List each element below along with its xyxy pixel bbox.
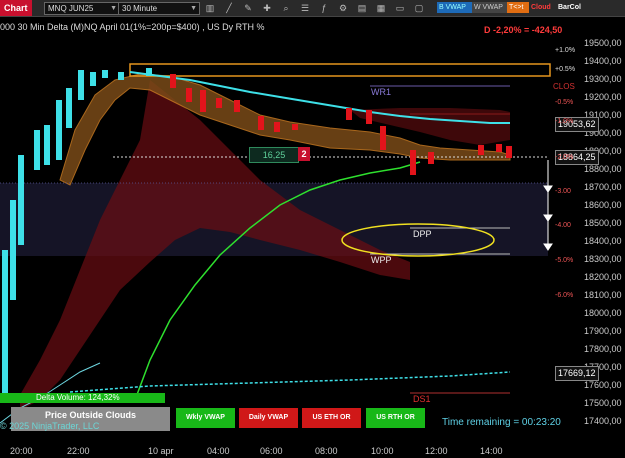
cloud-button[interactable]: Cloud [529,2,557,13]
pct-label: +0.5% [555,66,576,73]
instrument-selector[interactable]: MNQ JUN25 ▼ [44,2,120,15]
price-tick: 18800,00 [584,164,622,174]
price-tick: 18000,00 [584,308,622,318]
price-tick: 17900,00 [584,326,622,336]
us-rth-or-button[interactable]: US RTH OR [366,408,425,428]
price-tick: 18200,00 [584,272,622,282]
copyright: © 2025 NinjaTrader, LLC [0,421,100,431]
pct-label: -4.00 [555,222,571,229]
draw-tool-icon[interactable]: ✎ [243,3,253,13]
chart-trader-icon[interactable]: ▤ [357,3,367,13]
chart-toolbar: Chart MNQ JUN25 ▼ 30 Minute ▼ ▥ ╱ ✎ ✚ ⌕ … [0,0,625,17]
w-vwap-button[interactable]: W VWAP [472,2,508,13]
price-tick: 18100,00 [584,290,622,300]
price-tick: 17500,00 [584,398,622,408]
crosshair-icon[interactable]: ✚ [262,3,272,13]
price-tick: 19300,00 [584,74,622,84]
line-tool-icon[interactable]: ╱ [224,3,234,13]
instrument-value: MNQ JUN25 [48,4,94,13]
price-tick: 18500,00 [584,218,622,228]
b-vwap-button[interactable]: B VWAP [437,2,473,13]
orange-range-box [129,63,551,77]
pct-label: -3.00 [555,188,571,195]
pct-label: -2.0% [555,154,574,161]
pct-label: -0.5% [555,99,574,106]
window-icon[interactable]: ▢ [414,3,424,13]
lower-price-box: 17669,12 [555,366,599,381]
barcol-button[interactable]: BarCol [556,2,590,13]
time-remaining: Time remaining = 00:23:20 [442,417,561,428]
chevron-down-icon: ▼ [190,5,197,12]
price-tick: 18700,00 [584,182,622,192]
delta-value-widget[interactable]: 16,25 [249,147,299,163]
dashed-cyan-line [69,371,511,393]
green-trend-line [134,161,421,401]
pct-label: -1.0% [555,118,574,125]
bar-style-icon[interactable]: ▥ [205,3,215,13]
price-tick: 18300,00 [584,254,622,264]
time-tick: 22:00 [67,446,90,456]
time-tick: 14:00 [480,446,503,456]
time-tick: 10 apr [148,446,174,456]
delta-readout: D -2,20% = -424,50 [484,25,563,35]
us-eth-or-button[interactable]: US ETH OR [302,408,361,428]
orange-cloud [59,73,511,186]
wr1-label: WR1 [371,87,391,97]
grid-icon[interactable]: ▦ [376,3,386,13]
dpp-label: DPP [413,229,432,239]
price-tick: 17600,00 [584,380,622,390]
price-tick: 19400,00 [584,56,622,66]
range-arrows [543,160,553,251]
pct-label: +1.0% [555,47,576,54]
delta-count-badge[interactable]: 2 [298,147,310,161]
properties-icon[interactable]: ☰ [300,3,310,13]
indicators-icon[interactable]: ƒ [319,3,329,13]
chevron-down-icon: ▼ [110,5,117,12]
daily-vwap-button[interactable]: Daily VWAP [239,408,298,428]
layout-icon[interactable]: ▭ [395,3,405,13]
zoom-icon[interactable]: ⌕ [281,3,291,13]
vwap-line [129,71,510,124]
time-tick: 10:00 [371,446,394,456]
chart-title: 000 30 Min Delta (M)NQ April 01(1%=200p=… [0,22,265,32]
strategy-icon[interactable]: ⚙ [338,3,348,13]
price-chart-plot[interactable] [0,0,625,458]
price-tick: 18400,00 [584,236,622,246]
price-tick: 17400,00 [584,416,622,426]
price-tick: 19200,00 [584,92,622,102]
price-tick: 17800,00 [584,344,622,354]
chart-tab[interactable]: Chart [0,0,32,16]
wpp-label: WPP [371,255,392,265]
pct-label: -6.0% [555,292,574,299]
time-tick: 08:00 [315,446,338,456]
dark-red-cloud [20,80,410,410]
upper-red-band [350,108,510,145]
pct-label: -5.0% [555,257,574,264]
interval-value: 30 Minute [122,4,158,13]
value-area-zone [0,183,548,256]
wkly-vwap-button[interactable]: Wkly VWAP [176,408,235,428]
time-tick: 06:00 [260,446,283,456]
price-tick: 18600,00 [584,200,622,210]
interval-selector[interactable]: 30 Minute ▼ [118,2,200,15]
price-tick: 19500,00 [584,38,622,48]
time-tick: 04:00 [207,446,230,456]
time-tick: 20:00 [10,446,33,456]
tcnt-button[interactable]: T<>t [507,2,531,13]
candlesticks [2,68,512,400]
time-tick: 12:00 [425,446,448,456]
close-label: CLOS [553,82,575,91]
delta-volume-bar: Delta Volume: 124,32% [0,393,165,403]
ds1-label: DS1 [413,394,431,404]
